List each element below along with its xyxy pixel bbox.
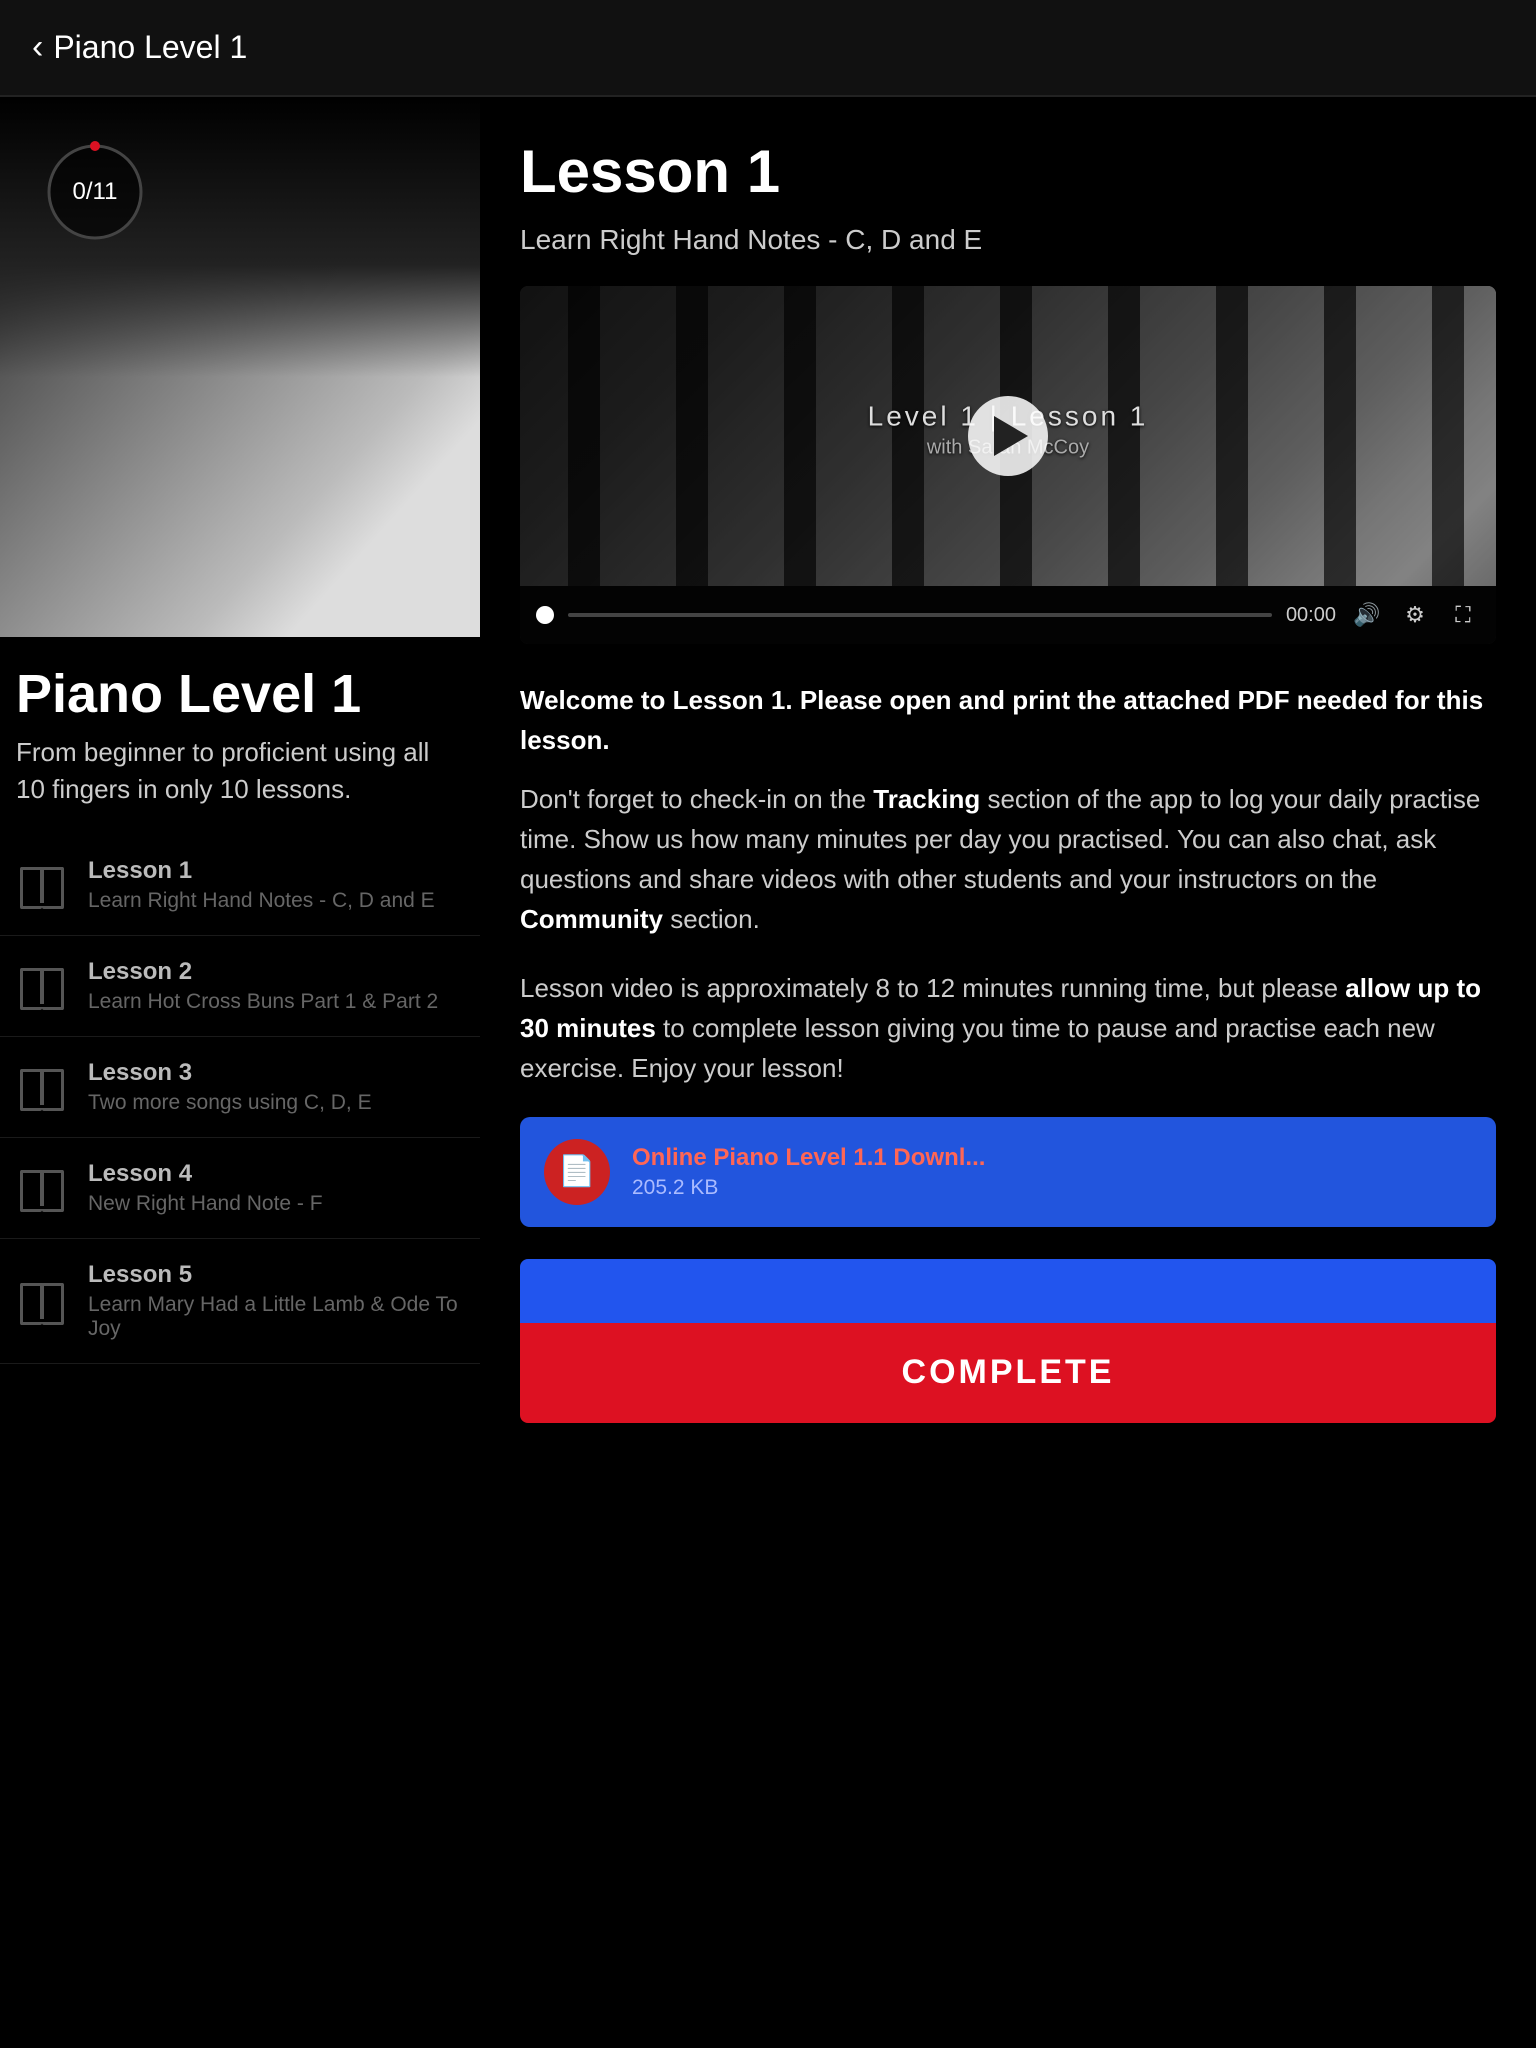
description-intro: Welcome to Lesson 1. Please open and pri… bbox=[520, 680, 1496, 761]
progress-label: 0/11 bbox=[73, 178, 118, 206]
settings-icon[interactable] bbox=[1398, 598, 1432, 632]
lesson-icon bbox=[16, 1061, 68, 1113]
lesson-desc: Learn Hot Cross Buns Part 1 & Part 2 bbox=[88, 990, 438, 1014]
action-buttons: COMPLETE bbox=[520, 1259, 1496, 1423]
book-icon bbox=[20, 865, 64, 905]
book-icon bbox=[20, 1168, 64, 1208]
lesson-name: Lesson 5 bbox=[88, 1261, 464, 1289]
description-para1: Don't forget to check-in on the Tracking… bbox=[520, 779, 1496, 940]
main-layout: 0/11 Piano Level 1 From beginner to prof… bbox=[0, 97, 1536, 1463]
list-item[interactable]: Lesson 1 Learn Right Hand Notes - C, D a… bbox=[0, 835, 480, 936]
lesson-desc: Two more songs using C, D, E bbox=[88, 1091, 372, 1115]
course-title: Piano Level 1 bbox=[0, 637, 480, 734]
download-icon-wrap: 📄 bbox=[544, 1139, 610, 1205]
progress-bar[interactable] bbox=[568, 613, 1272, 617]
list-item[interactable]: Lesson 4 New Right Hand Note - F bbox=[0, 1138, 480, 1239]
time-display: 00:00 bbox=[1286, 604, 1336, 627]
left-panel: 0/11 Piano Level 1 From beginner to prof… bbox=[0, 97, 480, 1364]
lesson-info: Lesson 2 Learn Hot Cross Buns Part 1 & P… bbox=[88, 958, 438, 1014]
progress-circle: 0/11 bbox=[40, 137, 150, 247]
header-title: Piano Level 1 bbox=[53, 29, 247, 66]
lesson-list: Lesson 1 Learn Right Hand Notes - C, D a… bbox=[0, 835, 480, 1364]
file-icon: 📄 bbox=[558, 1154, 595, 1189]
app-header: ‹ Piano Level 1 bbox=[0, 0, 1536, 96]
lesson-subtitle-text: Learn Right Hand Notes - C, D and E bbox=[520, 224, 1496, 256]
book-icon bbox=[20, 966, 64, 1006]
lesson-icon bbox=[16, 960, 68, 1012]
lesson-name: Lesson 3 bbox=[88, 1059, 372, 1087]
lesson-name: Lesson 4 bbox=[88, 1160, 323, 1188]
back-button[interactable]: ‹ Piano Level 1 bbox=[32, 28, 247, 67]
complete-button[interactable]: COMPLETE bbox=[520, 1323, 1496, 1423]
list-item[interactable]: Lesson 5 Learn Mary Had a Little Lamb & … bbox=[0, 1239, 480, 1364]
list-item[interactable]: Lesson 2 Learn Hot Cross Buns Part 1 & P… bbox=[0, 936, 480, 1037]
lesson-info: Lesson 4 New Right Hand Note - F bbox=[88, 1160, 323, 1216]
lesson-icon bbox=[16, 859, 68, 911]
lesson-desc: New Right Hand Note - F bbox=[88, 1192, 323, 1216]
lesson-info: Lesson 1 Learn Right Hand Notes - C, D a… bbox=[88, 857, 435, 913]
lesson-name: Lesson 1 bbox=[88, 857, 435, 885]
description-para2: Lesson video is approximately 8 to 12 mi… bbox=[520, 968, 1496, 1089]
volume-icon[interactable] bbox=[1350, 598, 1384, 632]
download-button[interactable]: 📄 Online Piano Level 1.1 Downl... 205.2 … bbox=[520, 1117, 1496, 1227]
list-item[interactable]: Lesson 3 Two more songs using C, D, E bbox=[0, 1037, 480, 1138]
video-player[interactable]: Level 1 | Lesson 1 with Sarah McCoy 00:0… bbox=[520, 286, 1496, 644]
secondary-button[interactable] bbox=[520, 1259, 1496, 1323]
hero-image: 0/11 bbox=[0, 97, 480, 637]
back-chevron-icon: ‹ bbox=[32, 28, 43, 67]
play-icon bbox=[994, 416, 1028, 456]
download-filename: Online Piano Level 1.1 Downl... bbox=[632, 1144, 985, 1172]
course-subtitle: From beginner to proficient using all 10… bbox=[0, 734, 480, 835]
lesson-icon bbox=[16, 1275, 68, 1327]
book-icon bbox=[20, 1067, 64, 1107]
lesson-name: Lesson 2 bbox=[88, 958, 438, 986]
video-controls: 00:00 bbox=[520, 586, 1496, 644]
lesson-info: Lesson 5 Learn Mary Had a Little Lamb & … bbox=[88, 1261, 464, 1341]
play-button[interactable] bbox=[968, 396, 1048, 476]
fullscreen-icon[interactable] bbox=[1446, 598, 1480, 632]
book-icon bbox=[20, 1281, 64, 1321]
lesson-icon bbox=[16, 1162, 68, 1214]
lesson-desc: Learn Right Hand Notes - C, D and E bbox=[88, 889, 435, 913]
download-filesize: 205.2 KB bbox=[632, 1176, 985, 1200]
video-thumbnail: Level 1 | Lesson 1 with Sarah McCoy bbox=[520, 286, 1496, 586]
lesson-info: Lesson 3 Two more songs using C, D, E bbox=[88, 1059, 372, 1115]
playhead-dot[interactable] bbox=[536, 606, 554, 624]
lesson-title: Lesson 1 bbox=[520, 137, 1496, 206]
right-panel: Lesson 1 Learn Right Hand Notes - C, D a… bbox=[480, 97, 1536, 1463]
lesson-desc: Learn Mary Had a Little Lamb & Ode To Jo… bbox=[88, 1293, 464, 1341]
download-info: Online Piano Level 1.1 Downl... 205.2 KB bbox=[632, 1144, 985, 1200]
